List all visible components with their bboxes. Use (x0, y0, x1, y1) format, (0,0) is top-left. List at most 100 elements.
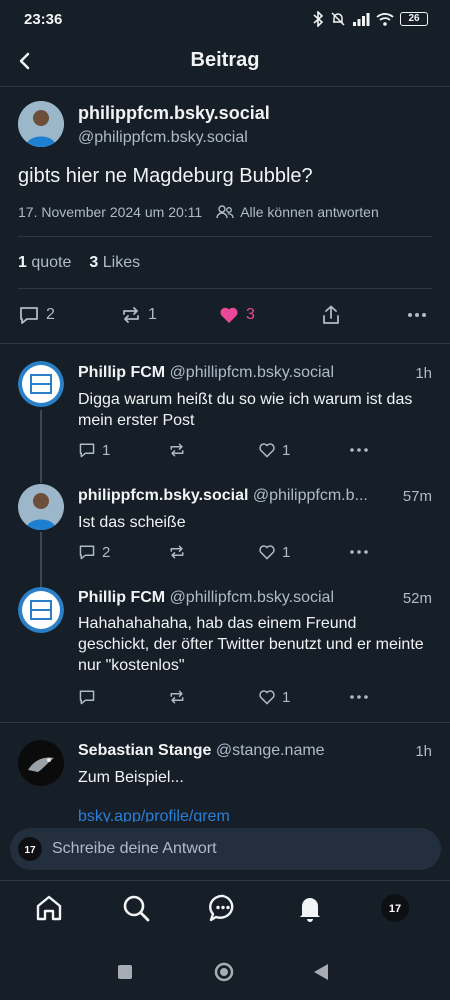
divider (18, 288, 432, 289)
post-meta: 17. November 2024 um 20:11 Alle können a… (18, 204, 379, 220)
avatar[interactable] (18, 361, 64, 407)
reply-button[interactable] (78, 688, 96, 706)
svg-text:17: 17 (24, 845, 36, 856)
share-icon (323, 305, 339, 324)
composer-placeholder[interactable]: Schreibe deine Antwort (52, 840, 217, 858)
reply-text: Ist das scheiße (78, 514, 186, 531)
avatar[interactable] (18, 484, 64, 530)
svg-text:17: 17 (389, 903, 401, 915)
likes-label: Likes (102, 254, 141, 271)
like-button[interactable]: 3 (218, 304, 255, 326)
more-options-button[interactable] (348, 543, 370, 561)
reply-header: Phillip FCM @phillipfcm.bsky.social (78, 589, 334, 607)
profile-avatar[interactable]: 17 (381, 894, 409, 922)
reply-time: 52m (402, 590, 432, 607)
reply-count: 2 (102, 543, 111, 561)
page-title: Beitrag (190, 49, 260, 71)
reply-author-handle[interactable]: @phillipfcm.bsky.social (170, 589, 334, 606)
reply-time: 57m (402, 488, 432, 505)
repost-count: 1 (148, 306, 157, 323)
mute-bell-icon (331, 12, 345, 26)
comment-icon (79, 443, 95, 458)
repost-button[interactable] (168, 688, 186, 706)
share-button[interactable] (320, 304, 342, 326)
reply-actions: 1 (78, 688, 432, 708)
reply-text: Hahahahahaha, hab das einem Freund gesch… (78, 615, 424, 674)
home-circle-icon[interactable] (214, 962, 234, 982)
reply-author-name[interactable]: Phillip FCM (78, 364, 165, 381)
heart-icon (259, 545, 275, 560)
post-author-handle[interactable]: @philippfcm.bsky.social (78, 129, 248, 147)
likes-count: 3 (89, 254, 99, 271)
reply-author-handle[interactable]: @philippfcm.b... (253, 487, 368, 504)
reply-author-handle[interactable]: @stange.name (216, 742, 325, 759)
reply-actions: 2 1 (78, 543, 432, 563)
like-button[interactable]: 1 (258, 543, 290, 561)
heart-filled-icon (220, 307, 238, 323)
thread-line (40, 410, 42, 483)
reply-button[interactable]: 1 (78, 441, 110, 459)
post-stats: 1 quote 3 Likes (18, 254, 140, 272)
comment-icon (79, 545, 95, 560)
reply-link[interactable]: bsky.app/profile/grem (78, 808, 230, 822)
reply-button[interactable]: 2 (78, 543, 110, 561)
reply-time: 1h (415, 365, 432, 382)
avatar[interactable] (18, 101, 64, 147)
bluetooth-icon (313, 11, 324, 27)
reply-text: Digga warum heißt du so wie ich warum is… (78, 391, 413, 429)
reply-text: Zum Beispiel... (78, 769, 184, 786)
quotes-label: quote (31, 254, 72, 271)
like-button[interactable]: 1 (258, 688, 290, 706)
recent-apps-icon[interactable] (117, 964, 133, 980)
back-triangle-icon[interactable] (312, 963, 330, 981)
like-button[interactable]: 1 (258, 441, 290, 459)
like-count: 1 (282, 688, 291, 706)
people-icon (216, 205, 234, 219)
post-date: 17. November 2024 um 20:11 (18, 204, 203, 220)
repost-icon (123, 307, 139, 323)
reply-button[interactable]: 2 (18, 304, 55, 326)
repost-button[interactable]: 1 (120, 304, 157, 326)
notifications-bell-icon[interactable] (295, 893, 325, 923)
reply-author-name[interactable]: Phillip FCM (78, 589, 165, 606)
heart-icon (259, 690, 275, 705)
more-dots-icon (408, 313, 426, 317)
reply-author-name[interactable]: philippfcm.bsky.social (78, 487, 248, 504)
home-icon[interactable] (34, 893, 64, 923)
status-icons: 26 (312, 11, 428, 27)
reply-time: 1h (415, 743, 432, 760)
repost-icon (170, 545, 184, 559)
like-count: 1 (282, 543, 291, 561)
reply-author-handle[interactable]: @phillipfcm.bsky.social (170, 364, 334, 381)
avatar[interactable] (18, 587, 64, 633)
divider (18, 236, 432, 237)
quotes-stat[interactable]: 1 quote (18, 254, 71, 272)
more-options-button[interactable] (406, 304, 428, 326)
reply-actions: 1 1 (78, 441, 432, 461)
status-bar: 23:36 26 (0, 0, 450, 40)
avatar[interactable] (18, 740, 64, 786)
reply-setting[interactable]: Alle können antworten (240, 204, 379, 220)
repost-button[interactable] (168, 441, 186, 459)
repost-button[interactable] (168, 543, 186, 561)
more-options-button[interactable] (348, 441, 370, 459)
post-actions: 2 1 3 (18, 300, 432, 330)
reply-header: philippfcm.bsky.social @philippfcm.b... (78, 487, 368, 505)
heart-icon (259, 443, 275, 458)
likes-stat[interactable]: 3 Likes (89, 254, 140, 272)
post-author-name[interactable]: philippfcm.bsky.social (78, 103, 270, 124)
reply-author-name[interactable]: Sebastian Stange (78, 742, 211, 759)
more-options-button[interactable] (348, 688, 370, 706)
status-time: 23:36 (24, 11, 63, 28)
reply-header: Sebastian Stange @stange.name (78, 742, 325, 760)
divider (0, 343, 450, 344)
reply-header: Phillip FCM @phillipfcm.bsky.social (78, 364, 334, 382)
quotes-count: 1 (18, 254, 27, 271)
header-divider (0, 86, 450, 87)
search-icon[interactable] (121, 893, 151, 923)
chat-icon[interactable] (208, 893, 238, 923)
like-count: 1 (282, 441, 291, 459)
avatar: 17 (18, 837, 42, 861)
post-text: gibts hier ne Magdeburg Bubble? (18, 165, 313, 187)
more-dots-icon (350, 550, 368, 554)
